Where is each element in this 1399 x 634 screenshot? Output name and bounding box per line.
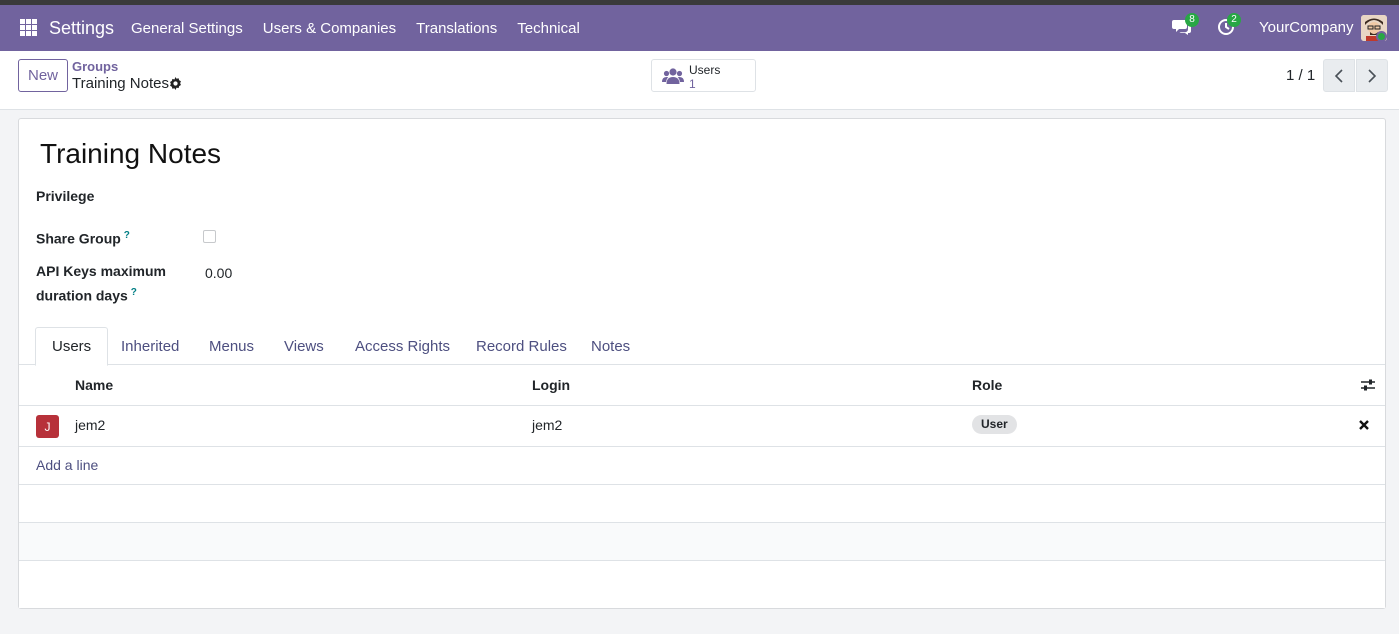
main-navbar: Settings General Settings Users & Compan… — [0, 5, 1399, 51]
smart-button-label: Users — [689, 63, 721, 77]
api-keys-label: API Keys maximum duration days? — [36, 261, 166, 307]
chevron-left-icon — [1334, 68, 1343, 83]
menu-technical[interactable]: Technical — [517, 20, 580, 37]
chevron-right-icon — [1368, 68, 1377, 83]
pager-next-button[interactable] — [1356, 59, 1388, 92]
top-menu: General Settings Users & Companies Trans… — [131, 20, 600, 37]
tab-menus[interactable]: Menus — [193, 327, 270, 365]
breadcrumb-parent-link[interactable]: Groups — [72, 59, 118, 74]
empty-row — [19, 523, 1385, 561]
gear-icon[interactable] — [169, 77, 182, 90]
api-keys-duration-field[interactable]: 0.00 — [205, 265, 232, 281]
users-group-icon — [662, 67, 684, 85]
pager-previous-button[interactable] — [1323, 59, 1355, 92]
users-table-header: Name Login Role — [19, 366, 1385, 406]
api-keys-label-line2: duration days — [36, 287, 128, 304]
app-brand[interactable]: Settings — [49, 18, 114, 39]
new-button[interactable]: New — [18, 59, 68, 92]
tab-notes[interactable]: Notes — [575, 327, 646, 365]
menu-users-companies[interactable]: Users & Companies — [263, 20, 396, 37]
delete-row-icon[interactable] — [1358, 418, 1370, 430]
messages-icon[interactable]: 8 — [1172, 13, 1199, 36]
help-tooltip-icon[interactable]: ? — [124, 230, 130, 241]
row-name[interactable]: jem2 — [75, 417, 105, 433]
company-switcher[interactable]: YourCompany — [1259, 19, 1354, 36]
online-status-dot — [1376, 31, 1387, 42]
share-group-label-text: Share Group — [36, 230, 121, 247]
share-group-label: Share Group? — [36, 225, 130, 250]
tab-access-rights[interactable]: Access Rights — [339, 327, 466, 365]
tab-users[interactable]: Users — [35, 327, 109, 366]
privilege-label: Privilege — [36, 188, 95, 204]
menu-translations[interactable]: Translations — [416, 20, 497, 37]
role-badge: User — [972, 415, 1017, 434]
share-group-checkbox[interactable] — [203, 230, 216, 243]
row-login[interactable]: jem2 — [532, 417, 562, 433]
column-role[interactable]: Role — [972, 377, 1002, 393]
avatar: J — [36, 415, 59, 438]
pager-value[interactable]: 1 / 1 — [1286, 67, 1315, 84]
help-tooltip-icon[interactable]: ? — [131, 287, 137, 298]
apps-menu-icon[interactable] — [20, 19, 37, 36]
messages-badge: 8 — [1185, 13, 1199, 27]
optional-columns-icon[interactable] — [1360, 378, 1376, 392]
column-name[interactable]: Name — [75, 377, 113, 393]
tab-record-rules[interactable]: Record Rules — [460, 327, 583, 365]
tab-views[interactable]: Views — [268, 327, 340, 365]
tab-inherited[interactable]: Inherited — [105, 327, 195, 365]
notebook-tabs: Users Inherited Menus Views Access Right… — [19, 327, 1385, 366]
column-login[interactable]: Login — [532, 377, 570, 393]
users-smart-button[interactable]: Users 1 — [651, 59, 756, 92]
breadcrumb-current: Training Notes — [72, 75, 169, 92]
smart-button-value: 1 — [689, 77, 696, 91]
empty-row — [19, 561, 1385, 608]
activities-icon[interactable]: 2 — [1217, 13, 1241, 36]
record-title[interactable]: Training Notes — [40, 138, 221, 170]
control-panel: New Groups Training Notes Users 1 1 / 1 — [0, 51, 1399, 110]
form-sheet: Training Notes Privilege Share Group? AP… — [18, 118, 1386, 609]
add-line-link[interactable]: Add a line — [36, 457, 98, 473]
add-line-row: Add a line — [19, 447, 1385, 485]
api-keys-label-line1: API Keys maximum — [36, 263, 166, 279]
activities-badge: 2 — [1227, 13, 1241, 27]
menu-general-settings[interactable]: General Settings — [131, 20, 243, 37]
table-row[interactable]: J jem2 jem2 User — [19, 406, 1385, 447]
empty-row — [19, 485, 1385, 523]
